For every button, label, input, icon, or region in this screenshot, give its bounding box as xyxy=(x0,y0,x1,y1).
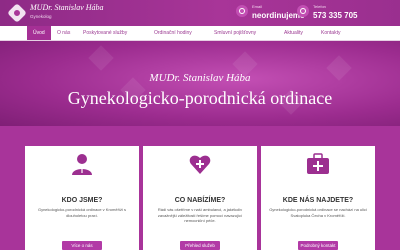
nav-item-aktuality[interactable]: Aktuality xyxy=(284,26,303,40)
card-text: Rádi vás ošetříme v naší ambulanci, a ja… xyxy=(157,207,243,223)
phone-value[interactable]: 573 335 705 xyxy=(313,11,358,20)
site-header: MUDr. Stanislav Hába Gynekolog Email neo… xyxy=(0,0,400,26)
brand-subtitle: Gynekolog xyxy=(30,14,52,19)
email-label: Email xyxy=(252,4,263,9)
nav-item-kontakty[interactable]: Kontakty xyxy=(321,26,340,40)
decor-shape xyxy=(88,45,114,71)
hero-doctor-name: MUDr. Stanislav Hába xyxy=(149,72,251,84)
card-kdo-jsme: KDO JSME? Gynekologicko-porodnická ordin… xyxy=(25,146,139,250)
hero-title: Gynekologicko-porodnická ordinace xyxy=(67,88,333,108)
card-text: Gynekologicko-porodnická ordinace se nac… xyxy=(269,207,367,218)
card-title: KDO JSME? xyxy=(61,197,103,204)
card-co-nabizime: CO NABÍZÍME? Rádi vás ošetříme v naší am… xyxy=(143,146,257,250)
nav-item-hodiny[interactable]: Ordinační hodiny xyxy=(154,26,192,40)
hero-banner: MUDr. Stanislav Hába Gynekologicko-porod… xyxy=(0,41,400,126)
contact-button[interactable]: Podrobný kontakt xyxy=(298,241,338,250)
logo-icon[interactable] xyxy=(7,3,27,23)
heart-plus-icon xyxy=(188,152,212,176)
services-button[interactable]: Přehled služeb xyxy=(180,241,220,250)
email-icon xyxy=(236,5,248,17)
brand-name[interactable]: MUDr. Stanislav Hába xyxy=(30,3,104,12)
main-nav: Úvod O nás Poskytované služby Ordinační … xyxy=(0,26,400,41)
more-about-button[interactable]: Více o nás xyxy=(62,241,102,250)
phone-label: Telefon xyxy=(313,4,326,9)
info-cards: KDO JSME? Gynekologicko-porodnická ordin… xyxy=(0,126,400,250)
card-title: CO NABÍZÍME? xyxy=(174,197,226,204)
doctor-icon xyxy=(70,152,94,176)
nav-item-o-nas[interactable]: O nás xyxy=(57,26,70,40)
nav-item-sluzby[interactable]: Poskytované služby xyxy=(83,26,127,40)
nav-item-pojistovny[interactable]: Smluvní pojišťovny xyxy=(214,26,256,40)
phone-icon xyxy=(297,5,309,17)
card-title: KDE NÁS NAJDETE? xyxy=(282,197,354,204)
nav-item-uvod[interactable]: Úvod xyxy=(27,26,51,40)
card-text: Gynekologicko-porodnická ordinace v Krom… xyxy=(37,207,127,218)
card-kde-nas-najdete: KDE NÁS NAJDETE? Gynekologicko-porodnick… xyxy=(261,146,375,250)
medical-kit-icon xyxy=(306,152,330,176)
